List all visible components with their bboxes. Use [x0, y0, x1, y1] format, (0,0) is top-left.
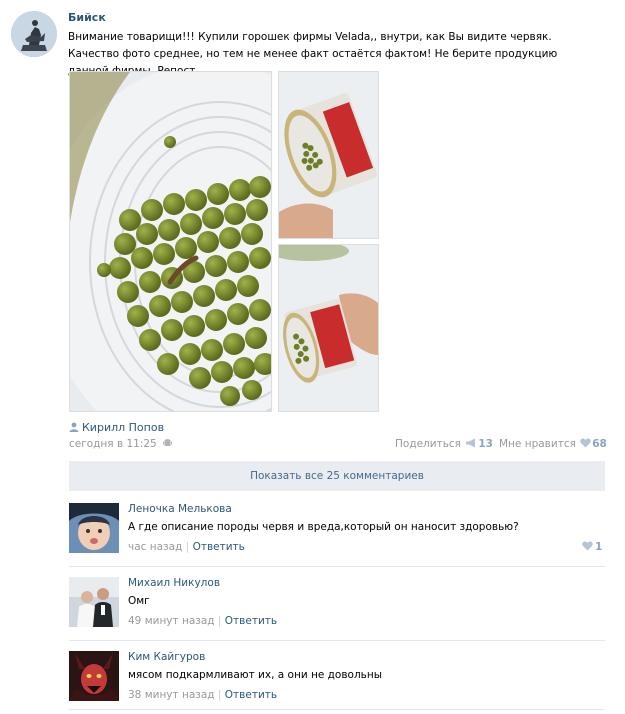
- like-count: 68: [592, 438, 607, 450]
- comment-text: А где описание породы червя и вреда,кото…: [128, 521, 519, 533]
- divider: [69, 640, 605, 641]
- android-icon: [163, 438, 173, 451]
- share-button[interactable]: Поделиться 13: [395, 438, 493, 451]
- comment-text: Омг: [128, 595, 150, 607]
- comment-author[interactable]: Михаил Никулов: [128, 577, 220, 589]
- meta-divider: |: [217, 689, 222, 701]
- comment-time[interactable]: 38 минут назад: [128, 689, 215, 701]
- group-avatar[interactable]: [11, 11, 57, 57]
- comment-meta: час назад | Ответить: [128, 541, 245, 553]
- comment-author[interactable]: Ким Кайгуров: [128, 651, 205, 663]
- reply-link[interactable]: Ответить: [225, 689, 277, 701]
- post-time-row: сегодня в 11:25: [69, 438, 173, 451]
- photo-can-bottom[interactable]: [278, 244, 379, 412]
- heart-icon: [582, 541, 593, 554]
- megaphone-icon: [465, 438, 477, 451]
- comment-avatar[interactable]: [69, 651, 119, 701]
- meta-divider: |: [185, 541, 190, 553]
- reply-link[interactable]: Ответить: [193, 541, 245, 553]
- meta-divider: |: [217, 615, 222, 627]
- comment-author[interactable]: Леночка Мелькова: [128, 503, 232, 515]
- comment-time[interactable]: 49 минут назад: [128, 615, 215, 627]
- user-icon: [69, 422, 79, 435]
- comment-meta: 49 минут назад | Ответить: [128, 615, 277, 627]
- reply-link[interactable]: Ответить: [225, 615, 277, 627]
- heart-icon: [580, 438, 591, 451]
- comment-like-button[interactable]: 1: [582, 541, 602, 554]
- signed-by-name[interactable]: Кирилл Попов: [82, 421, 164, 434]
- like-button[interactable]: Мне нравится 68: [499, 438, 607, 451]
- photo-can-top[interactable]: [278, 71, 379, 239]
- divider: [69, 709, 605, 710]
- comment-text: мясом подкармливают их, а они не довольн…: [128, 669, 383, 681]
- comment-meta: 38 минут назад | Ответить: [128, 689, 277, 701]
- comment-avatar[interactable]: [69, 577, 119, 627]
- post-time[interactable]: сегодня в 11:25: [69, 438, 157, 450]
- share-label: Поделиться: [395, 438, 461, 450]
- comment-like-count: 1: [595, 541, 603, 553]
- divider: [69, 566, 605, 567]
- signed-by[interactable]: Кирилл Попов: [69, 421, 164, 435]
- photo-main[interactable]: [69, 71, 272, 412]
- comment-avatar[interactable]: [69, 503, 119, 553]
- post-author-link[interactable]: Бийск: [68, 11, 106, 24]
- show-all-comments-button[interactable]: Показать все 25 комментариев: [69, 461, 605, 491]
- like-label: Мне нравится: [499, 438, 576, 450]
- comment-time[interactable]: час назад: [128, 541, 182, 553]
- share-count: 13: [478, 438, 493, 450]
